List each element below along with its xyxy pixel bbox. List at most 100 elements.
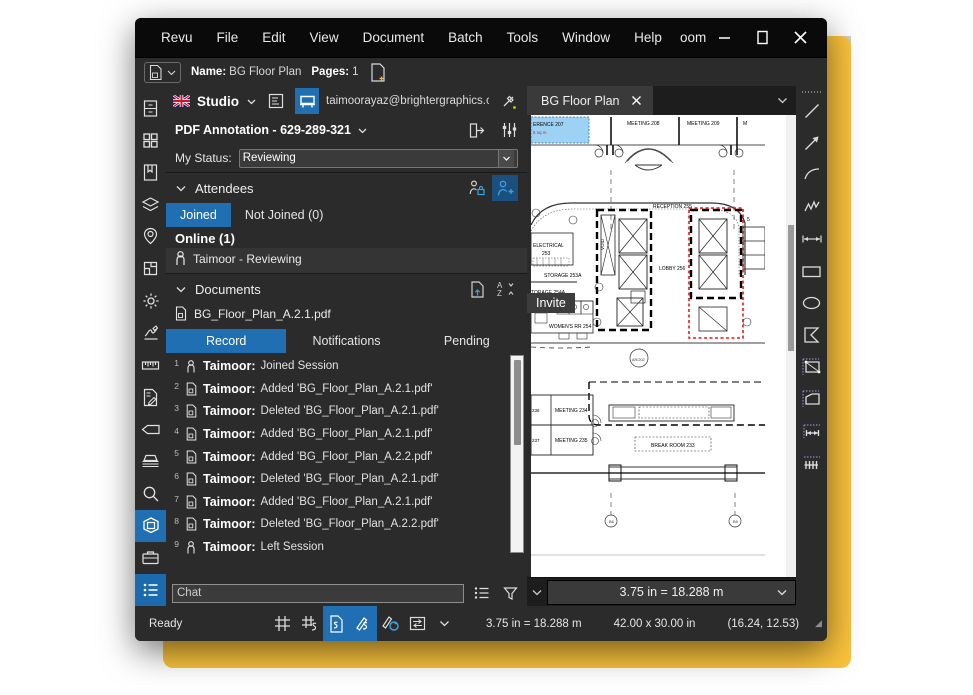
table-row[interactable]: 1 Taimoor: Joined Session — [166, 355, 527, 378]
sidebar-item-studio[interactable] — [135, 509, 166, 542]
menu-item-document[interactable]: Document — [351, 30, 437, 45]
scrollbar-thumb[interactable] — [514, 360, 521, 445]
resize-grip-icon[interactable]: ◢ — [815, 618, 827, 629]
document-properties-button[interactable] — [144, 61, 181, 83]
sidebar-item-toolchest[interactable] — [135, 542, 166, 574]
leave-session-icon[interactable] — [468, 122, 485, 139]
snap-to-geometry-button[interactable] — [377, 606, 404, 641]
drag-handle-icon[interactable] — [801, 88, 823, 95]
tool-measure-perimeter[interactable] — [796, 383, 827, 415]
table-row[interactable]: 2 Taimoor: Added 'BG_Floor_Plan_A.2.1.pd… — [166, 378, 527, 401]
tab-notifications[interactable]: Notifications — [286, 329, 406, 353]
sidebar-item-markups[interactable] — [135, 381, 166, 413]
menu-item-window[interactable]: Window — [550, 30, 622, 45]
menu-item-clipped[interactable]: oom — [676, 30, 710, 45]
sidebar-item-bookmarks[interactable] — [135, 156, 166, 188]
chevron-down-icon[interactable] — [166, 67, 177, 78]
table-row[interactable]: 4 Taimoor: Added 'BG_Floor_Plan_A.2.1.pd… — [166, 423, 527, 446]
scrollbar-thumb[interactable] — [788, 225, 794, 351]
chevron-down-icon[interactable] — [175, 283, 187, 295]
chevron-down-icon[interactable] — [527, 586, 547, 598]
table-row[interactable]: 5 Taimoor: Added 'BG_Floor_Plan_A.2.2.pd… — [166, 445, 527, 468]
upload-document-icon[interactable] — [464, 276, 490, 302]
chevron-down-icon[interactable] — [768, 86, 796, 115]
table-row[interactable]: 3 Taimoor: Deleted 'BG_Floor_Plan_A.2.1.… — [166, 400, 527, 423]
sidebar-item-spaces[interactable] — [135, 221, 166, 253]
menu-item-edit[interactable]: Edit — [250, 30, 297, 45]
sidebar-item-measurements[interactable] — [135, 349, 166, 381]
tab-joined[interactable]: Joined — [166, 203, 231, 227]
list-icon[interactable] — [472, 583, 492, 603]
canvas-scrollbar[interactable] — [786, 115, 796, 577]
more-options-button[interactable] — [431, 606, 458, 641]
sidebar-item-list[interactable] — [135, 573, 166, 606]
menu-item-file[interactable]: File — [205, 30, 251, 45]
tool-rectangle[interactable] — [796, 255, 827, 287]
list-item[interactable]: BG_Floor_Plan_A.2.1.pdf — [175, 304, 518, 323]
add-page-icon[interactable] — [369, 62, 387, 83]
chevron-down-icon[interactable] — [246, 96, 257, 107]
tool-ellipse[interactable] — [796, 287, 827, 319]
add-user-icon[interactable] — [492, 175, 518, 201]
grid-snap-button[interactable] — [269, 606, 296, 641]
chevron-down-icon[interactable] — [776, 586, 788, 598]
sidebar-item-signature[interactable] — [135, 317, 166, 349]
snap-to-markup-button[interactable] — [350, 606, 377, 641]
tool-arc[interactable] — [796, 159, 827, 191]
tool-measure-length[interactable] — [796, 415, 827, 447]
sidebar-item-properties[interactable] — [135, 285, 166, 317]
table-row[interactable]: 6 Taimoor: Deleted 'BG_Floor_Plan_A.2.1.… — [166, 468, 527, 491]
close-icon[interactable] — [789, 27, 811, 49]
sliders-icon[interactable] — [501, 122, 518, 139]
sidebar-item-tags[interactable] — [135, 413, 166, 445]
table-row[interactable]: 8 Taimoor: Deleted 'BG_Floor_Plan_A.2.2.… — [166, 513, 527, 536]
menu-item-help[interactable]: Help — [622, 30, 674, 45]
table-row[interactable]: 9 Taimoor: Left Session — [166, 536, 527, 559]
tab-pending[interactable]: Pending — [407, 329, 527, 353]
tab-record[interactable]: Record — [166, 329, 287, 353]
menu-item-view[interactable]: View — [298, 30, 351, 45]
user-lock-icon[interactable] — [464, 175, 490, 201]
tool-measure-area[interactable] — [796, 351, 827, 383]
sidebar-item-grid[interactable] — [135, 124, 166, 156]
funnel-icon[interactable] — [500, 583, 520, 603]
minimize-icon[interactable] — [713, 27, 735, 49]
tool-measure-count[interactable] — [796, 447, 827, 479]
document-tab[interactable]: BG Floor Plan — [527, 86, 653, 115]
sort-az-icon[interactable]: AZ — [492, 276, 518, 302]
my-status-select[interactable]: Reviewing — [238, 148, 518, 168]
close-icon[interactable] — [630, 94, 643, 107]
tool-dimension[interactable] — [796, 223, 827, 255]
chevron-down-icon[interactable] — [175, 182, 187, 194]
tool-polygon[interactable] — [796, 319, 827, 351]
tool-arrow[interactable] — [796, 127, 827, 159]
sync-button[interactable] — [404, 606, 431, 641]
tool-polyline[interactable] — [796, 191, 827, 223]
canvas-wrapper[interactable]: ERENCE 207 5 sq m MEETING 208 MEETING 20… — [527, 115, 796, 577]
menu-item-batch[interactable]: Batch — [436, 30, 495, 45]
record-list[interactable]: 1 Taimoor: Joined Session 2 Taimoor: Add… — [166, 353, 527, 580]
record-scrollbar[interactable] — [510, 355, 524, 553]
studio-projects-tab[interactable] — [264, 88, 288, 114]
maximize-icon[interactable] — [751, 27, 773, 49]
chat-input[interactable]: Chat — [172, 583, 464, 603]
sidebar-item-search[interactable] — [135, 478, 166, 510]
chevron-down-icon[interactable] — [357, 125, 368, 136]
tab-not-joined[interactable]: Not Joined (0) — [231, 203, 338, 227]
tool-line[interactable] — [796, 95, 827, 127]
connected-plug-icon[interactable] — [496, 88, 520, 114]
menu-item-revu[interactable]: Revu — [149, 30, 205, 45]
table-row[interactable]: 7 Taimoor: Added 'BG_Floor_Plan_A.2.1.pd… — [166, 491, 527, 514]
scale-selector[interactable]: 3.75 in = 18.288 m — [547, 579, 796, 605]
studio-sessions-tab[interactable] — [295, 88, 319, 114]
attendee-row[interactable]: Taimoor - Reviewing — [166, 248, 527, 273]
pdf-canvas[interactable]: ERENCE 207 5 sq m MEETING 208 MEETING 20… — [531, 115, 786, 577]
sidebar-item-sets[interactable] — [135, 253, 166, 285]
snap-to-content-button[interactable] — [323, 606, 350, 641]
snap-markup-button[interactable] — [296, 606, 323, 641]
sidebar-item-layers[interactable] — [135, 188, 166, 220]
chevron-down-icon[interactable] — [498, 149, 514, 167]
sidebar-item-stamps[interactable] — [135, 445, 166, 477]
sidebar-item-thumbnails[interactable] — [135, 92, 166, 124]
menu-item-tools[interactable]: Tools — [495, 30, 551, 45]
